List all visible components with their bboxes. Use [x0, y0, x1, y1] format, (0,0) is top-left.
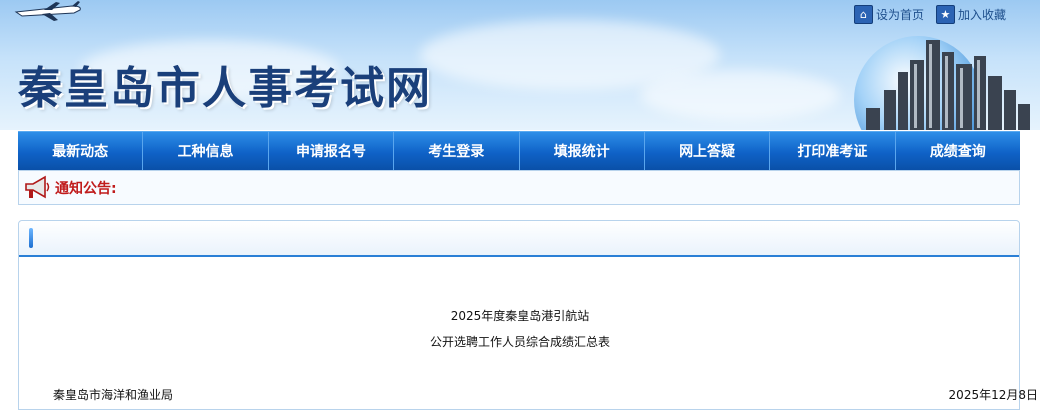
nav-item-latest-news[interactable]: 最新动态 — [18, 132, 144, 170]
document-title-line2: 公开选聘工作人员综合成绩汇总表 — [429, 335, 610, 349]
panel-marker — [29, 228, 33, 248]
document-date: 2025年12月8日 — [948, 388, 1038, 402]
nav-item-fill-stats[interactable]: 填报统计 — [520, 132, 645, 170]
cloud-decoration — [640, 70, 840, 120]
panel-header — [19, 221, 1019, 257]
add-favorite-link[interactable]: ★ 加入收藏 — [935, 5, 1006, 24]
nav-item-online-qa[interactable]: 网上答疑 — [645, 132, 771, 170]
city-globe-illustration — [854, 36, 1030, 130]
nav-item-print-ticket[interactable]: 打印准考证 — [770, 132, 896, 170]
home-icon: ⌂ — [853, 5, 873, 24]
megaphone-icon — [25, 175, 50, 198]
notice-bar: 通知公告: — [18, 170, 1020, 205]
nav-item-apply-number[interactable]: 申请报名号 — [269, 132, 395, 170]
main-nav: 最新动态 工种信息 申请报名号 考生登录 填报统计 网上答疑 打印准考证 成绩查… — [18, 131, 1020, 170]
set-homepage-link[interactable]: ⌂ 设为首页 — [853, 5, 924, 24]
nav-item-job-info[interactable]: 工种信息 — [143, 132, 269, 170]
airplane-icon — [14, 1, 81, 21]
header-banner: ⌂ 设为首页 ★ 加入收藏 秦皇岛市人事考试网 — [0, 0, 1040, 130]
content-panel: 2025年度秦皇岛港引航站 公开选聘工作人员综合成绩汇总表 秦皇岛市海洋和渔业局… — [18, 220, 1038, 410]
star-icon: ★ — [935, 5, 955, 24]
top-links: ⌂ 设为首页 ★ 加入收藏 — [853, 5, 1006, 24]
site-title: 秦皇岛市人事考试网 — [18, 63, 432, 114]
issuing-organization: 秦皇岛市海洋和渔业局 — [53, 388, 174, 402]
notice-label: 通知公告: — [55, 180, 117, 197]
document-title-line1: 2025年度秦皇岛港引航站 — [450, 309, 590, 323]
nav-item-candidate-login[interactable]: 考生登录 — [394, 132, 520, 170]
add-favorite-label: 加入收藏 — [957, 8, 1006, 22]
set-homepage-label: 设为首页 — [875, 8, 924, 22]
nav-item-score-query[interactable]: 成绩查询 — [896, 132, 1020, 170]
